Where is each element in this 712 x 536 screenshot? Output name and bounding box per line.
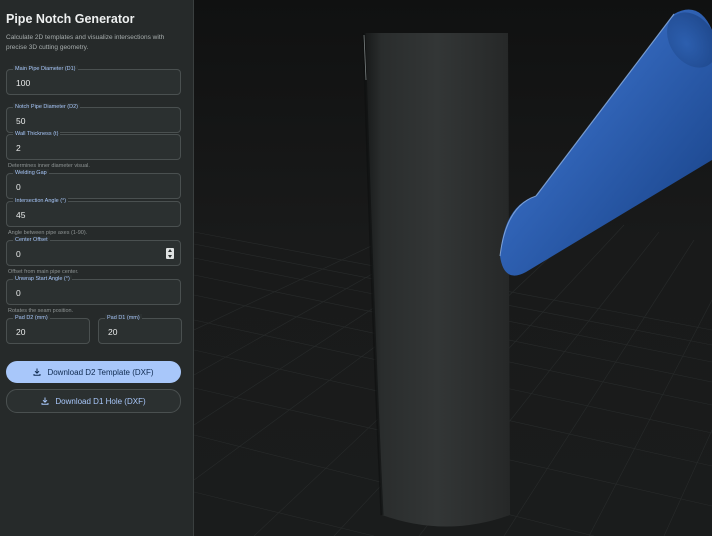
pad-d1-input[interactable] — [108, 327, 168, 337]
control-panel: Pipe Notch Generator Calculate 2D templa… — [0, 0, 194, 536]
field-label: Notch Pipe Diameter (D2) — [13, 103, 80, 111]
field-label: Main Pipe Diameter (D1) — [13, 65, 78, 73]
notch-pipe-diameter-input[interactable] — [16, 116, 156, 126]
wall-thickness-field[interactable]: Wall Thickness (t) — [6, 130, 181, 160]
field-label: Pad D1 (mm) — [105, 314, 142, 322]
center-offset-input[interactable] — [16, 249, 156, 259]
download-d1-hole-button[interactable]: Download D1 Hole (DXF) — [6, 389, 181, 413]
download-icon — [41, 397, 49, 405]
pad-d2-input[interactable] — [16, 327, 76, 337]
download-icon — [33, 368, 41, 376]
pad-d1-field[interactable]: Pad D1 (mm) — [98, 314, 182, 344]
wall-thickness-input[interactable] — [16, 143, 156, 153]
main-pipe-diameter-field[interactable]: Main Pipe Diameter (D1) — [6, 65, 181, 95]
main-pipe — [362, 32, 510, 527]
number-stepper[interactable] — [166, 248, 174, 259]
unwrap-start-angle-field[interactable]: Unwrap Start Angle (°) — [6, 275, 181, 305]
button-label: Download D2 Template (DXF) — [47, 367, 154, 377]
app-title: Pipe Notch Generator — [6, 12, 135, 26]
3d-scene — [194, 0, 712, 536]
field-label: Center Offset — [13, 236, 50, 244]
field-label: Welding Gap — [13, 169, 49, 177]
intersection-angle-input[interactable] — [16, 210, 156, 220]
main-pipe-diameter-input[interactable] — [16, 78, 156, 88]
unwrap-start-angle-input[interactable] — [16, 288, 156, 298]
button-label: Download D1 Hole (DXF) — [55, 396, 146, 406]
intersection-angle-field[interactable]: Intersection Angle (°) — [6, 197, 181, 227]
field-label: Intersection Angle (°) — [13, 197, 69, 205]
welding-gap-input[interactable] — [16, 182, 156, 192]
field-label: Wall Thickness (t) — [13, 130, 61, 138]
field-label: Pad D2 (mm) — [13, 314, 50, 322]
app-description: Calculate 2D templates and visualize int… — [6, 34, 165, 51]
download-d2-template-button[interactable]: Download D2 Template (DXF) — [6, 361, 181, 383]
center-offset-field[interactable]: Center Offset — [6, 236, 181, 266]
pad-d2-field[interactable]: Pad D2 (mm) — [6, 314, 90, 344]
3d-viewport[interactable] — [194, 0, 712, 536]
welding-gap-field[interactable]: Welding Gap — [6, 169, 181, 199]
field-label: Unwrap Start Angle (°) — [13, 275, 72, 283]
